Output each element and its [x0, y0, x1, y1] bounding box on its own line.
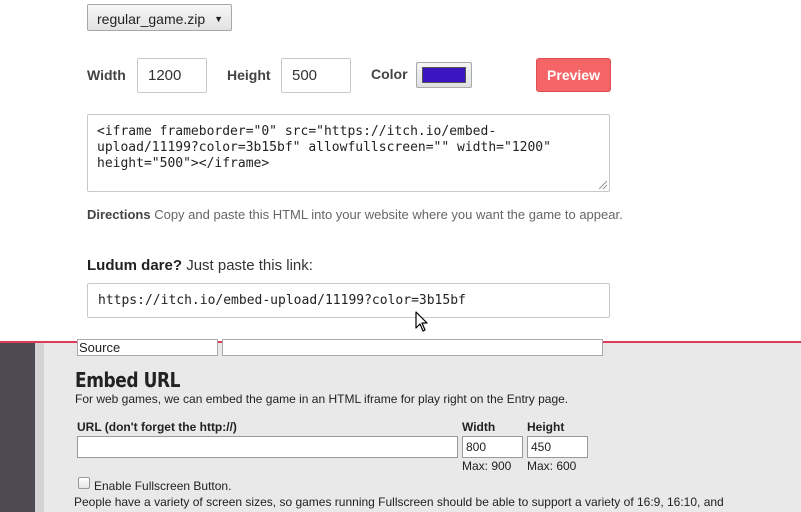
ludum-dare-text: Just paste this link:: [186, 257, 313, 274]
sidebar-edge: [35, 343, 44, 512]
width-input-value: 1200: [148, 67, 182, 84]
form-height-label: Height: [527, 420, 565, 434]
directions-label: Directions: [87, 207, 151, 222]
directions-body: Copy and paste this HTML into your websi…: [154, 207, 623, 222]
preview-button[interactable]: Preview: [536, 58, 611, 92]
file-select-value: regular_game.zip: [97, 11, 206, 27]
embed-code-line: height="500"></iframe>: [97, 156, 270, 171]
file-select[interactable]: regular_game.zip ▼: [87, 4, 232, 31]
height-input-value: 500: [292, 67, 318, 84]
width-input[interactable]: 1200: [137, 58, 207, 93]
entry-form: Source Embed URL For web games, we can e…: [0, 339, 801, 512]
source-field[interactable]: Source: [77, 339, 218, 356]
source-url-field[interactable]: [222, 339, 603, 356]
sidebar-strip: [0, 343, 35, 512]
height-input[interactable]: 500: [281, 58, 351, 93]
embed-code-line: <iframe frameborder="0" src="https://itc…: [97, 124, 497, 139]
url-label: URL (don't forget the http://): [77, 420, 237, 434]
embed-url-title: Embed URL: [75, 368, 181, 392]
form-width-value: 800: [466, 440, 487, 454]
embed-code-line: upload/11199?color=3b15bf" allowfullscre…: [97, 140, 551, 155]
ludum-dare-link-input[interactable]: https://itch.io/embed-upload/11199?color…: [87, 283, 610, 318]
ludum-dare-heading: Ludum dare? Just paste this link:: [87, 257, 313, 274]
width-max: Max: 900: [462, 459, 512, 473]
ludum-dare-label: Ludum dare?: [87, 257, 183, 274]
form-width-input[interactable]: 800: [462, 436, 523, 458]
color-picker[interactable]: [416, 62, 472, 88]
form-height-value: 450: [531, 440, 552, 454]
form-height-input[interactable]: 450: [527, 436, 588, 458]
itch-embed-panel: regular_game.zip ▼ Width 1200 Height 500…: [0, 0, 801, 342]
source-field-value: Source: [79, 340, 121, 355]
width-label: Width: [87, 67, 126, 83]
height-label: Height: [227, 67, 271, 83]
embed-code-textarea[interactable]: <iframe frameborder="0" src="https://itc…: [87, 114, 610, 192]
embed-url-description: For web games, we can embed the game in …: [75, 392, 569, 406]
fullscreen-note: People have a variety of screen sizes, s…: [74, 495, 724, 509]
fullscreen-checkbox[interactable]: [78, 477, 90, 489]
height-max: Max: 600: [527, 459, 577, 473]
directions-text: Directions Copy and paste this HTML into…: [87, 207, 623, 222]
fullscreen-label: Enable Fullscreen Button.: [94, 479, 232, 493]
color-label: Color: [371, 66, 408, 82]
color-swatch: [422, 67, 466, 83]
url-input[interactable]: [77, 436, 458, 458]
mouse-cursor-icon: [415, 311, 428, 332]
form-width-label: Width: [462, 420, 496, 434]
resize-grip-icon[interactable]: [599, 181, 607, 189]
chevron-down-icon: ▼: [214, 14, 223, 24]
ludum-dare-link-value: https://itch.io/embed-upload/11199?color…: [98, 293, 466, 308]
